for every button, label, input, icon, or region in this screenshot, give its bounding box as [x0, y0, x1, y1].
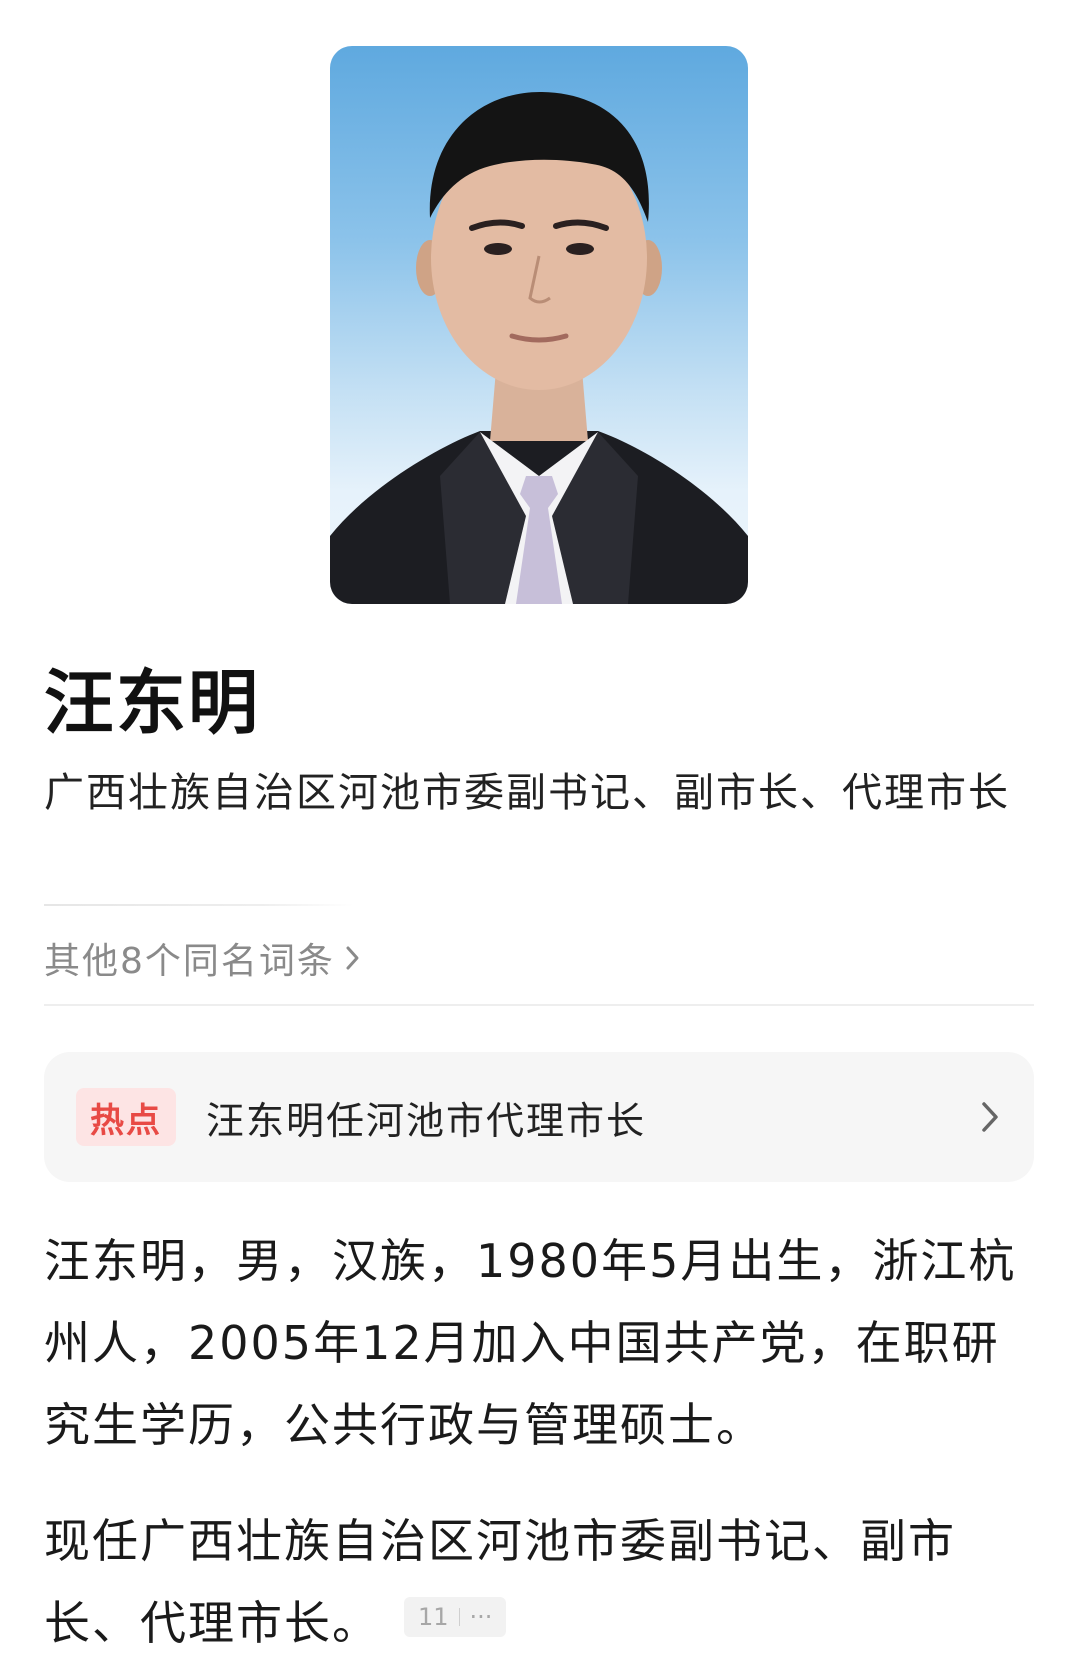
entry-page: 汪东明 广西壮族自治区河池市委副书记、副市长、代理市长 其他8个同名词条 热点 … — [0, 0, 1080, 1678]
chevron-right-icon — [345, 945, 361, 971]
divider — [458, 1607, 460, 1626]
reference-badge[interactable]: 11 ··· — [404, 1596, 507, 1637]
hot-topic-card[interactable]: 热点 汪东明任河池市代理市长 — [44, 1052, 1034, 1182]
entry-subtitle: 广西壮族自治区河池市委副书记、副市长、代理市长 — [44, 770, 1010, 816]
divider — [44, 1004, 1034, 1006]
other-entries-link[interactable]: 其他8个同名词条 — [44, 930, 361, 986]
chevron-right-icon — [980, 1100, 1000, 1134]
portrait-photo[interactable] — [330, 46, 748, 604]
other-entries-label: 其他8个同名词条 — [44, 941, 335, 982]
entry-title: 汪东明 — [44, 662, 260, 744]
divider — [44, 904, 354, 906]
hot-topic-text: 汪东明任河池市代理市长 — [206, 1098, 647, 1143]
hot-badge: 热点 — [76, 1088, 176, 1146]
bio-paragraph: 汪东明，男，汉族，1980年5月出生，浙江杭州人，2005年12月加入中国共产党… — [44, 1234, 1017, 1452]
bottom-fade — [0, 1640, 1080, 1678]
